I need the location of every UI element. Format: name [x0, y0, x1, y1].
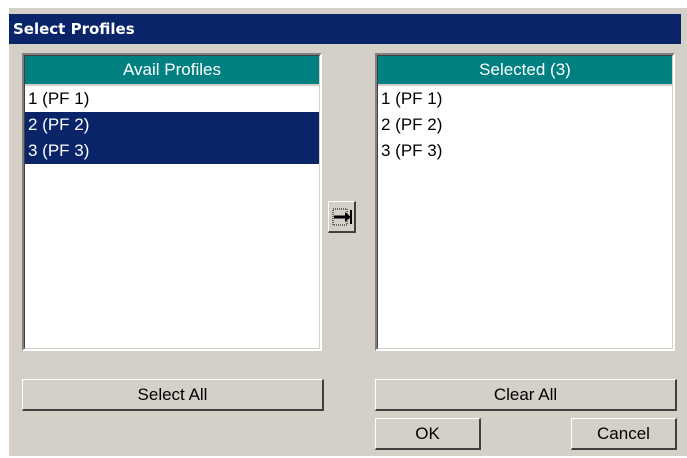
- move-selected-button[interactable]: [328, 201, 356, 233]
- selected-list-item[interactable]: 2 (PF 2): [378, 112, 672, 138]
- selected-profiles-list[interactable]: 1 (PF 1) 2 (PF 2) 3 (PF 3): [378, 86, 672, 348]
- cancel-label: Cancel: [597, 424, 650, 443]
- select-all-button[interactable]: Select All: [22, 379, 324, 411]
- select-all-label: Select All: [137, 385, 208, 404]
- selected-profiles-panel: Selected (3) 1 (PF 1) 2 (PF 2) 3 (PF 3): [375, 53, 675, 351]
- cancel-button[interactable]: Cancel: [571, 418, 677, 450]
- available-profiles-list[interactable]: 1 (PF 1) 2 (PF 2) 3 (PF 3): [25, 86, 319, 348]
- available-list-item[interactable]: 1 (PF 1): [25, 86, 319, 112]
- clear-all-button[interactable]: Clear All: [375, 379, 677, 411]
- available-list-item[interactable]: 3 (PF 3): [25, 138, 319, 164]
- available-list-item[interactable]: 2 (PF 2): [25, 112, 319, 138]
- available-profiles-panel: Avail Profiles 1 (PF 1) 2 (PF 2) 3 (PF 3…: [22, 53, 322, 351]
- selected-list-item[interactable]: 1 (PF 1): [378, 86, 672, 112]
- clear-all-label: Clear All: [493, 385, 558, 404]
- selected-profiles-header: Selected (3): [378, 56, 672, 86]
- select-profiles-dialog: Select Profiles Avail Profiles 1 (PF 1) …: [9, 8, 687, 456]
- available-profiles-header: Avail Profiles: [25, 56, 319, 86]
- selected-list-item[interactable]: 3 (PF 3): [378, 138, 672, 164]
- move-right-arrow-icon: [332, 208, 352, 226]
- ok-label: OK: [415, 424, 440, 443]
- dialog-title: Select Profiles: [9, 14, 681, 44]
- ok-button[interactable]: OK: [375, 418, 481, 450]
